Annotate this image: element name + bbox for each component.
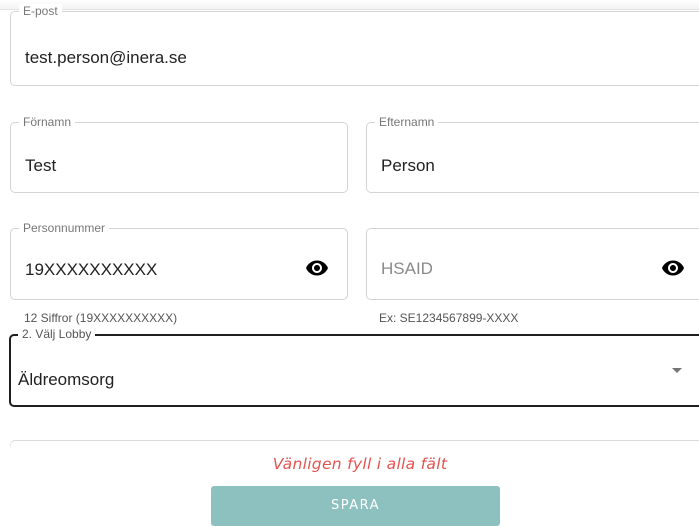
top-divider bbox=[0, 0, 699, 10]
hsaid-field[interactable]: HSAID bbox=[366, 228, 699, 300]
lobby-label: 2. Välj Lobby bbox=[18, 327, 96, 341]
first-name-field[interactable]: Förnamn Test bbox=[10, 115, 348, 193]
dropdown-arrow-icon[interactable] bbox=[672, 368, 682, 373]
hsaid-helper: Ex: SE1234567899-XXXX bbox=[379, 311, 519, 325]
email-label: E-post bbox=[19, 4, 62, 18]
first-name-label: Förnamn bbox=[19, 115, 76, 129]
last-name-field[interactable]: Efternamn Person bbox=[366, 115, 699, 193]
lobby-select[interactable]: 2. Välj Lobby Äldreomsorg bbox=[9, 327, 699, 407]
lobby-selected-value: Äldreomsorg bbox=[18, 370, 115, 389]
eye-icon[interactable] bbox=[661, 256, 685, 280]
personal-number-label: Personnummer bbox=[19, 221, 110, 235]
email-field[interactable]: E-post test.person@inera.se bbox=[10, 4, 699, 86]
email-value: test.person@inera.se bbox=[25, 48, 187, 67]
hsaid-input: HSAID bbox=[381, 259, 433, 278]
personal-number-value: 19XXXXXXXXXX bbox=[25, 260, 158, 279]
last-name-value: Person bbox=[381, 156, 435, 175]
save-button[interactable]: SPARA bbox=[211, 486, 500, 526]
personal-number-helper: 12 Siffror (19XXXXXXXXXX) bbox=[24, 311, 178, 325]
personal-number-field[interactable]: Personnummer 19XXXXXXXXXX bbox=[10, 221, 348, 300]
validation-message: Vänligen fyll i alla fält bbox=[272, 455, 448, 473]
first-name-value: Test bbox=[25, 156, 57, 175]
last-name-label: Efternamn bbox=[375, 115, 439, 129]
eye-icon[interactable] bbox=[305, 256, 329, 280]
